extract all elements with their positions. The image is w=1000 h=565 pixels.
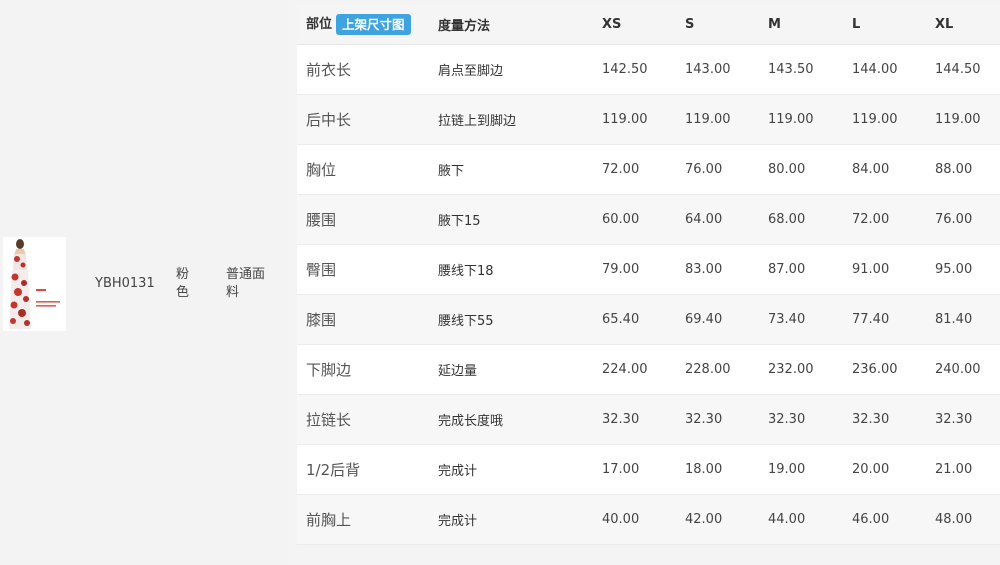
method-cell: 拉链上到脚边: [438, 113, 517, 129]
value-cell-l: 91.00: [852, 261, 890, 277]
part-cell: 膝围: [306, 310, 337, 329]
value-cell-s: 42.00: [685, 511, 723, 527]
part-cell: 拉链长: [306, 410, 352, 429]
product-color: 粉色: [176, 267, 190, 300]
product-fabric: 普通面料: [226, 267, 266, 300]
value-cell-s: 143.00: [685, 61, 731, 77]
value-cell-xl: 32.30: [935, 411, 973, 427]
value-cell-xs: 32.30: [602, 411, 640, 427]
value-cell-l: 46.00: [852, 511, 890, 527]
method-cell: 腰线下55: [438, 313, 494, 329]
size-table: 部位 上架尺寸图 度量方法 XS S M L XL 前衣长 肩点至脚边 142.5…: [297, 5, 1000, 545]
part-cell: 1/2后背: [306, 460, 361, 479]
value-cell-s: 83.00: [685, 261, 723, 277]
header-method: 度量方法: [429, 5, 593, 45]
value-cell-xl: 240.00: [935, 361, 981, 377]
header-size-xs: XS: [593, 5, 676, 45]
value-cell-xs: 72.00: [602, 161, 640, 177]
method-cell: 完成长度哦: [438, 413, 504, 429]
value-cell-s: 228.00: [685, 361, 731, 377]
value-cell-xs: 17.00: [602, 461, 640, 477]
value-cell-l: 144.00: [852, 61, 898, 77]
part-cell: 下脚边: [306, 360, 352, 379]
header-part: 部位 上架尺寸图: [297, 5, 429, 45]
value-cell-xs: 224.00: [602, 361, 648, 377]
table-row: 腰围 腋下15 60.00 64.00 68.00 72.00 76.00: [297, 194, 1000, 244]
value-cell-l: 20.00: [852, 461, 890, 477]
product-thumbnail[interactable]: [3, 237, 66, 331]
value-cell-m: 80.00: [768, 161, 806, 177]
method-cell: 完成计: [438, 513, 478, 529]
value-cell-s: 18.00: [685, 461, 723, 477]
value-cell-xl: 76.00: [935, 211, 973, 227]
table-row: 前胸上 完成计 40.00 42.00 44.00 46.00 48.00: [297, 494, 1000, 544]
table-row: 拉链长 完成长度哦 32.30 32.30 32.30 32.30 32.30: [297, 394, 1000, 444]
part-cell: 胸位: [306, 160, 337, 179]
value-cell-xs: 65.40: [602, 311, 640, 327]
table-row: 前衣长 肩点至脚边 142.50 143.00 143.50 144.00 14…: [297, 44, 1000, 94]
value-cell-s: 69.40: [685, 311, 723, 327]
value-cell-s: 76.00: [685, 161, 723, 177]
value-cell-m: 32.30: [768, 411, 806, 427]
header-size-xl: XL: [926, 5, 1000, 45]
value-cell-xl: 21.00: [935, 461, 973, 477]
value-cell-m: 87.00: [768, 261, 806, 277]
value-cell-xl: 81.40: [935, 311, 973, 327]
product-code: YBH0131: [95, 276, 155, 291]
size-chart-badge-button[interactable]: 上架尺寸图: [336, 14, 411, 36]
value-cell-xl: 144.50: [935, 61, 981, 77]
value-cell-m: 73.40: [768, 311, 806, 327]
method-cell: 完成计: [438, 463, 478, 479]
value-cell-xl: 88.00: [935, 161, 973, 177]
header-size-l: L: [843, 5, 926, 45]
table-row: 后中长 拉链上到脚边 119.00 119.00 119.00 119.00 1…: [297, 94, 1000, 144]
method-cell: 肩点至脚边: [438, 63, 504, 79]
value-cell-l: 77.40: [852, 311, 890, 327]
table-row: 胸位 腋下 72.00 76.00 80.00 84.00 88.00: [297, 144, 1000, 194]
value-cell-xs: 40.00: [602, 511, 640, 527]
dress-photo-icon: [3, 237, 66, 331]
value-cell-l: 119.00: [852, 111, 898, 127]
value-cell-xs: 60.00: [602, 211, 640, 227]
part-cell: 后中长: [306, 110, 352, 129]
value-cell-xl: 119.00: [935, 111, 981, 127]
value-cell-s: 119.00: [685, 111, 731, 127]
value-cell-l: 84.00: [852, 161, 890, 177]
part-cell: 前胸上: [306, 510, 352, 529]
table-row: 膝围 腰线下55 65.40 69.40 73.40 77.40 81.40: [297, 294, 1000, 344]
value-cell-m: 44.00: [768, 511, 806, 527]
value-cell-m: 119.00: [768, 111, 814, 127]
value-cell-m: 68.00: [768, 211, 806, 227]
value-cell-m: 232.00: [768, 361, 814, 377]
table-row: 下脚边 延边量 224.00 228.00 232.00 236.00 240.…: [297, 344, 1000, 394]
product-info-panel: YBH0131 粉色 普通面料: [0, 0, 288, 565]
part-cell: 腰围: [306, 210, 337, 229]
table-header-row: 部位 上架尺寸图 度量方法 XS S M L XL: [297, 5, 1000, 45]
header-part-label: 部位: [306, 17, 333, 33]
value-cell-m: 143.50: [768, 61, 814, 77]
table-row: 臀围 腰线下18 79.00 83.00 87.00 91.00 95.00: [297, 244, 1000, 294]
header-size-s: S: [676, 5, 759, 45]
method-cell: 腰线下18: [438, 263, 494, 279]
value-cell-xl: 48.00: [935, 511, 973, 527]
part-cell: 前衣长: [306, 60, 352, 79]
part-cell: 臀围: [306, 260, 337, 279]
value-cell-l: 236.00: [852, 361, 898, 377]
value-cell-l: 32.30: [852, 411, 890, 427]
value-cell-xs: 119.00: [602, 111, 648, 127]
method-cell: 腋下15: [438, 213, 481, 229]
value-cell-xs: 142.50: [602, 61, 648, 77]
value-cell-l: 72.00: [852, 211, 890, 227]
table-row: 1/2后背 完成计 17.00 18.00 19.00 20.00 21.00: [297, 444, 1000, 494]
value-cell-m: 19.00: [768, 461, 806, 477]
value-cell-xs: 79.00: [602, 261, 640, 277]
header-size-m: M: [759, 5, 843, 45]
value-cell-s: 64.00: [685, 211, 723, 227]
value-cell-xl: 95.00: [935, 261, 973, 277]
method-cell: 延边量: [438, 363, 478, 379]
value-cell-s: 32.30: [685, 411, 723, 427]
method-cell: 腋下: [438, 163, 465, 179]
